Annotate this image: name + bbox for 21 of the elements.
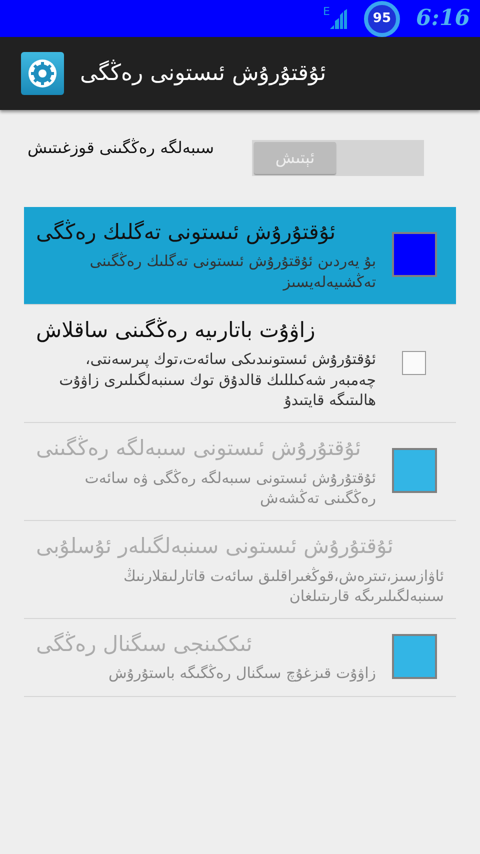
battery-indicator: 95 bbox=[364, 0, 400, 36]
signal-icon bbox=[330, 8, 348, 28]
preference-title: ئۇقتۇرۇش ئىستونى سىبەلگە رەڭگىنى bbox=[36, 434, 362, 462]
preference-row[interactable]: زاۋۇت باتارىيە رەڭگىنى ساقلاش ئۇقتۇرۇش ئىستونىدىكى سائەت،توك پىرسەنتى، چەمبەر شەكىللىك قالدۇق توك سىنبەلگىلىرى زاۋۇت ھالىتىگە قايتىدۇ bbox=[24, 304, 456, 424]
settings-icon[interactable] bbox=[21, 52, 64, 95]
network-type: E bbox=[323, 6, 330, 17]
preference-summary: بۇ يەردىن ئۇقتۇرۇش ئىستونى تەگلىك رەڭگىنى تەڭشىيەلەيسىز bbox=[88, 251, 376, 292]
screen-title: ئۇقتۇرۇش ئىستونى رەڭگى bbox=[80, 58, 326, 88]
preference-summary: ئۇقتۇرۇش ئىستونىدىكى سائەت،توك پىرسەنتى، چەمبەر شەكىللىك قالدۇق توك سىنبەلگىلىرى زاۋۇت ھالىتىگە قايتىدۇ bbox=[58, 349, 376, 410]
clock: 6:16 bbox=[416, 4, 470, 33]
setting-label: سىبەلگە رەڭگىنى قوزغىتىش bbox=[26, 138, 214, 159]
color-swatch[interactable] bbox=[392, 232, 436, 277]
checkbox[interactable] bbox=[402, 350, 426, 375]
preference-title: ئۇقتۇرۇش ئىستونى سىنبەلگىلەر ئۇسلۇبى bbox=[36, 533, 394, 560]
preference-title: ئۇقتۇرۇش ئىستونى تەگلىك رەڭگى bbox=[36, 218, 337, 246]
preference-title: زاۋۇت باتارىيە رەڭگىنى ساقلاش bbox=[36, 316, 316, 344]
preference-row[interactable]: ئۇقتۇرۇش ئىستونى تەگلىك رەڭگى بۇ يەردىن ئۇقتۇرۇش ئىستونى تەگلىك رەڭگىنى تەڭشىيەلەيسىز bbox=[24, 207, 456, 305]
preference-summary: ئۇقتۇرۇش ئىستونى سىبەلگە رەڭگى ۋە سائەت رەڭگىنى تەڭشەش bbox=[84, 468, 376, 508]
preference-summary: ئاۋازسىز،تىترەش،قوڭغىراقلىق سائەت قاتارلىقلارنىڭ سىنبەلگىلىرىگە قارىتىلغان bbox=[122, 566, 444, 606]
preference-title: ئىككىنجى سىگنال رەڭگى bbox=[36, 630, 254, 658]
preference-summary: زاۋۇت قىزغۇچ سىگنال رەڭگىگە باستۇرۇش bbox=[108, 663, 376, 684]
